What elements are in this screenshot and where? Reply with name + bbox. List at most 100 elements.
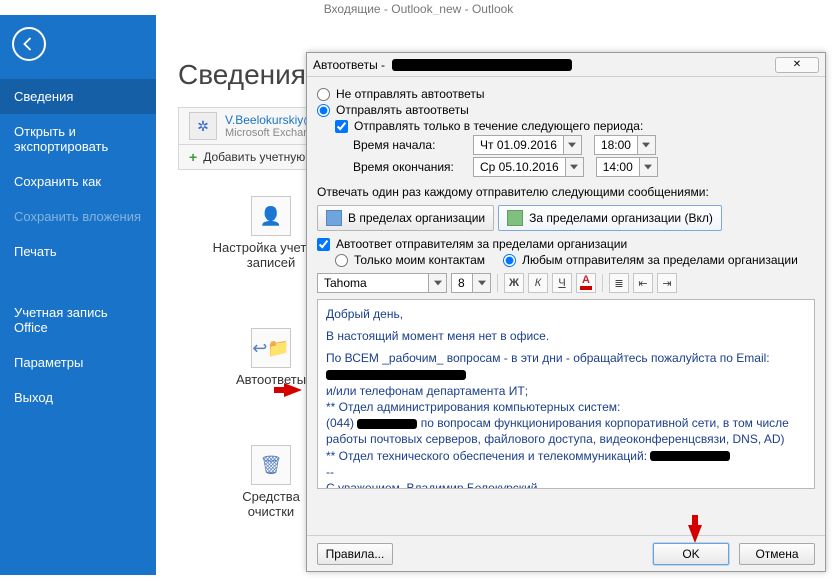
annotation-arrow-down-icon xyxy=(688,525,702,543)
sidebar-spacer xyxy=(0,269,156,295)
editor-line xyxy=(326,367,806,383)
chevron-down-icon[interactable] xyxy=(637,136,655,154)
bullets-button[interactable]: ≣ xyxy=(609,273,629,293)
chevron-down-icon[interactable] xyxy=(563,136,581,154)
start-time-combo[interactable]: 18:00 xyxy=(594,135,656,155)
outdent-icon: ⇤ xyxy=(638,277,647,290)
italic-icon: К xyxy=(535,277,541,289)
underline-button[interactable]: Ч xyxy=(552,273,572,293)
editor-line: ** Отдел администрирования компьютерных … xyxy=(326,399,806,415)
bold-icon: Ж xyxy=(509,277,519,289)
redacted-icon xyxy=(357,419,417,429)
start-time-value: 18:00 xyxy=(595,138,637,152)
chevron-down-icon[interactable] xyxy=(565,158,583,176)
sidebar-item-save-attach: Сохранить вложения xyxy=(0,199,156,234)
font-size-combo[interactable]: 8 xyxy=(451,273,491,293)
radio-send[interactable] xyxy=(317,104,330,117)
chk-outside[interactable] xyxy=(317,238,330,251)
org-outside-icon xyxy=(507,210,523,226)
message-editor[interactable]: Добрый день, В настоящий момент меня нет… xyxy=(317,299,815,489)
radio-anyone[interactable] xyxy=(503,254,516,267)
dialog-close-button[interactable]: ✕ xyxy=(775,57,819,73)
sidebar-label: Печать xyxy=(14,244,57,259)
editor-line: (044) по вопросам функционирования корпо… xyxy=(326,415,806,447)
plus-icon: + xyxy=(189,149,197,165)
chevron-down-icon[interactable] xyxy=(472,274,490,292)
tile-line2: записей xyxy=(247,255,295,270)
start-date-combo[interactable]: Чт 01.09.2016 xyxy=(473,135,582,155)
font-name-combo[interactable]: Tahoma xyxy=(317,273,447,293)
bold-button[interactable]: Ж xyxy=(504,273,524,293)
tab-inside-org[interactable]: В пределах организации xyxy=(317,205,494,231)
autoreply-dialog: Автоответы - ✕ Не отправлять автоответы … xyxy=(306,52,826,572)
exchange-icon: ✲ xyxy=(189,112,217,140)
underline-icon: Ч xyxy=(558,277,565,289)
sidebar-label: Учетная запись Office xyxy=(14,305,108,335)
editor-line: и/или телефонам департамента ИТ; xyxy=(326,383,806,399)
format-toolbar: Tahoma 8 Ж К Ч А ≣ ⇤ ⇥ xyxy=(317,273,815,293)
italic-button[interactable]: К xyxy=(528,273,548,293)
tab-inside-label: В пределах организации xyxy=(348,211,485,225)
chk-period[interactable] xyxy=(335,120,348,133)
end-date-value: Ср 05.10.2016 xyxy=(474,160,565,174)
chk-outside-label: Автоответ отправителям за пределами орга… xyxy=(336,237,627,251)
indent-button[interactable]: ⇥ xyxy=(657,273,677,293)
tile-line1: Средства xyxy=(242,489,300,504)
font-name-value: Tahoma xyxy=(318,276,428,290)
autoreply-icon: ↩📁 xyxy=(251,328,291,368)
start-date-value: Чт 01.09.2016 xyxy=(474,138,563,152)
sidebar-item-save-as[interactable]: Сохранить как xyxy=(0,164,156,199)
cancel-button[interactable]: Отмена xyxy=(739,543,815,565)
sidebar-label: Выход xyxy=(14,390,53,405)
redacted-icon xyxy=(650,451,730,461)
dialog-title: Автоответы - xyxy=(313,58,572,72)
sidebar-item-open-export[interactable]: Открыть и экспортировать xyxy=(0,114,156,164)
dialog-title-prefix: Автоответы - xyxy=(313,58,388,72)
ok-button[interactable]: OK xyxy=(653,543,729,565)
cleanup-icon: 🗑 xyxy=(251,445,291,485)
font-color-a-icon: А xyxy=(582,276,590,285)
sidebar-item-office-account[interactable]: Учетная запись Office xyxy=(0,295,156,345)
chevron-down-icon[interactable] xyxy=(428,274,446,292)
tile-line2: очистки xyxy=(248,504,294,519)
editor-part: ** Отдел технического обеспечения и теле… xyxy=(326,449,647,463)
separator xyxy=(602,274,603,292)
sidebar-label: Открыть и экспортировать xyxy=(14,124,108,154)
editor-part: (044) xyxy=(326,416,354,430)
sidebar-item-exit[interactable]: Выход xyxy=(0,380,156,415)
back-button[interactable] xyxy=(12,27,46,61)
separator xyxy=(497,274,498,292)
tab-outside-org[interactable]: За пределами организации (Вкл) xyxy=(498,205,722,231)
editor-line: -- xyxy=(326,464,806,480)
sidebar-item-info[interactable]: Сведения xyxy=(0,79,156,114)
radio-on-label: Отправлять автоответы xyxy=(336,103,469,117)
editor-line: ** Отдел технического обеспечения и теле… xyxy=(326,448,806,464)
radio-contacts-only[interactable] xyxy=(335,254,348,267)
dialog-footer: Правила... OK Отмена xyxy=(307,535,825,571)
sidebar-label: Сведения xyxy=(14,89,73,104)
dialog-body: Не отправлять автоответы Отправлять авто… xyxy=(307,77,825,497)
org-tabs: В пределах организации За пределами орга… xyxy=(317,205,815,231)
radio-do-not-send[interactable] xyxy=(317,88,330,101)
font-size-value: 8 xyxy=(452,276,472,290)
font-color-button[interactable]: А xyxy=(576,273,596,293)
editor-line: Добрый день, xyxy=(326,306,806,322)
dialog-titlebar: Автоответы - ✕ xyxy=(307,53,825,77)
radio-contacts-label: Только моим контактам xyxy=(354,253,485,267)
sidebar-item-options[interactable]: Параметры xyxy=(0,345,156,380)
redacted-icon xyxy=(326,370,466,380)
rules-button[interactable]: Правила... xyxy=(317,543,393,565)
end-date-combo[interactable]: Ср 05.10.2016 xyxy=(473,157,584,177)
backstage-sidebar: Сведения Открыть и экспортировать Сохран… xyxy=(0,15,156,575)
chevron-down-icon[interactable] xyxy=(639,158,657,176)
editor-line: По ВСЕМ _рабочим_ вопросам - в эти дни -… xyxy=(326,350,806,366)
lbl-end: Время окончания: xyxy=(353,160,473,174)
add-account-label: Добавить учетную xyxy=(203,150,305,164)
chk-period-label: Отправлять только в течение следующего п… xyxy=(354,119,643,133)
sidebar-label: Сохранить как xyxy=(14,174,101,189)
outdent-button[interactable]: ⇤ xyxy=(633,273,653,293)
end-time-combo[interactable]: 14:00 xyxy=(596,157,658,177)
sidebar-label: Параметры xyxy=(14,355,83,370)
sidebar-item-print[interactable]: Печать xyxy=(0,234,156,269)
close-icon: ✕ xyxy=(793,59,801,70)
